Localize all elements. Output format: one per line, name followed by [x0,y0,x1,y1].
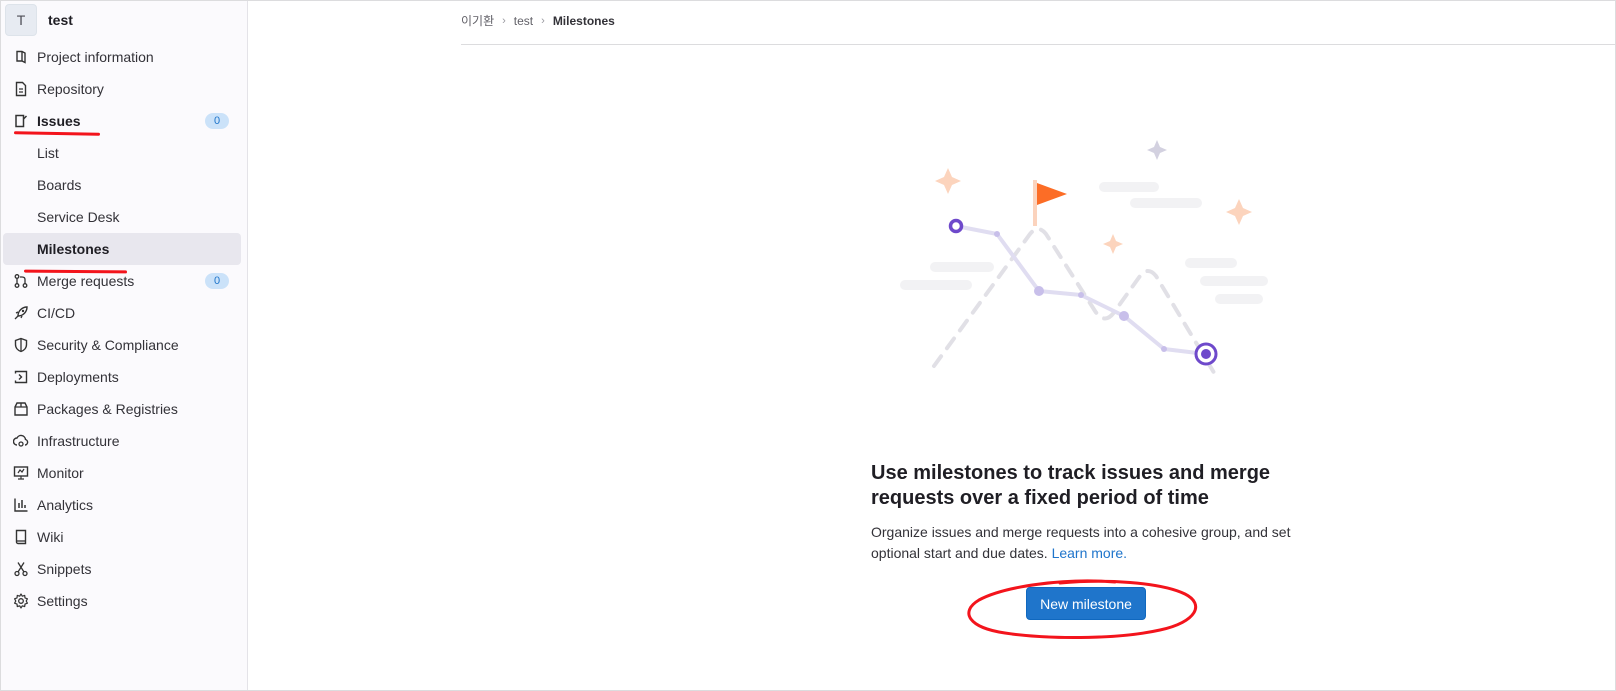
shield-icon [14,337,28,353]
sidebar-item-snippets[interactable]: Snippets [3,553,241,585]
sidebar-item-label: Snippets [37,561,92,577]
info-icon [16,50,26,64]
sidebar-item-monitor[interactable]: Monitor [3,457,241,489]
sidebar-item-deployments[interactable]: Deployments [3,361,241,393]
empty-state-title: Use milestones to track issues and merge… [871,462,1271,509]
breadcrumb-project[interactable]: test [514,14,533,28]
sidebar-item-label: Project information [37,49,154,65]
breadcrumb-owner[interactable]: 이기환 [461,12,494,29]
issues-count-badge: 0 [205,113,229,129]
sidebar-item-security-compliance[interactable]: Security & Compliance [3,329,241,361]
sidebar-item-label: Security & Compliance [37,337,179,353]
project-name: test [48,12,73,28]
merge-request-icon [14,274,28,288]
sidebar-item-infrastructure[interactable]: Infrastructure [3,425,241,457]
sidebar-item-label: Analytics [37,497,94,513]
sidebar-item-label: Settings [37,593,88,609]
breadcrumb-divider [461,44,1616,45]
sidebar-subitem-milestones[interactable]: Milestones [3,233,241,265]
sidebar: T test Project information Repository Is… [1,1,248,690]
chevron-right-icon: › [541,14,545,27]
sidebar-item-label: Issues [37,113,81,129]
gear-icon [14,593,28,609]
scissors-icon [14,562,28,577]
sidebar-item-label: Repository [37,81,104,97]
sidebar-item-label: Milestones [37,241,110,257]
sidebar-subitem-boards[interactable]: Boards [3,169,241,201]
sidebar-item-analytics[interactable]: Analytics [3,489,241,521]
merge-requests-count-badge: 0 [205,273,229,289]
new-milestone-button[interactable]: New milestone [1026,587,1146,620]
milestones-illustration [900,140,1268,378]
learn-more-link[interactable]: Learn more. [1052,545,1127,561]
chart-icon [14,498,28,512]
book-icon [15,529,27,545]
project-header[interactable]: T test [5,4,73,36]
sidebar-item-label: Boards [37,177,82,193]
empty-state-description: Organize issues and merge requests into … [871,522,1291,564]
sidebar-item-label: Infrastructure [37,433,120,449]
sidebar-item-label: Packages & Registries [37,401,178,417]
sidebar-subitem-service-desk[interactable]: Service Desk [3,201,241,233]
sidebar-item-label: Wiki [37,529,64,545]
sidebar-item-label: Service Desk [37,209,120,225]
sidebar-item-label: Monitor [37,465,84,481]
issues-icon [15,114,28,128]
deployments-icon [14,370,28,384]
document-icon [15,81,27,97]
breadcrumb: 이기환 › test › Milestones [461,12,615,29]
sidebar-item-cicd[interactable]: CI/CD [3,297,241,329]
sidebar-item-label: Merge requests [37,273,135,289]
breadcrumb-current[interactable]: Milestones [553,14,615,28]
chevron-right-icon: › [502,14,506,27]
infrastructure-icon [13,434,29,447]
project-avatar: T [5,4,37,36]
sidebar-item-label: CI/CD [37,305,76,321]
monitor-icon [13,466,29,480]
sidebar-item-label: Deployments [37,369,119,385]
sidebar-item-wiki[interactable]: Wiki [3,521,241,553]
sidebar-item-packages-registries[interactable]: Packages & Registries [3,393,241,425]
sidebar-item-project-information[interactable]: Project information [3,41,241,73]
package-icon [14,402,28,416]
sidebar-item-label: List [37,145,59,161]
sidebar-item-settings[interactable]: Settings [3,585,241,617]
rocket-icon [14,306,28,320]
sidebar-subitem-list[interactable]: List [3,137,241,169]
sidebar-item-repository[interactable]: Repository [3,73,241,105]
